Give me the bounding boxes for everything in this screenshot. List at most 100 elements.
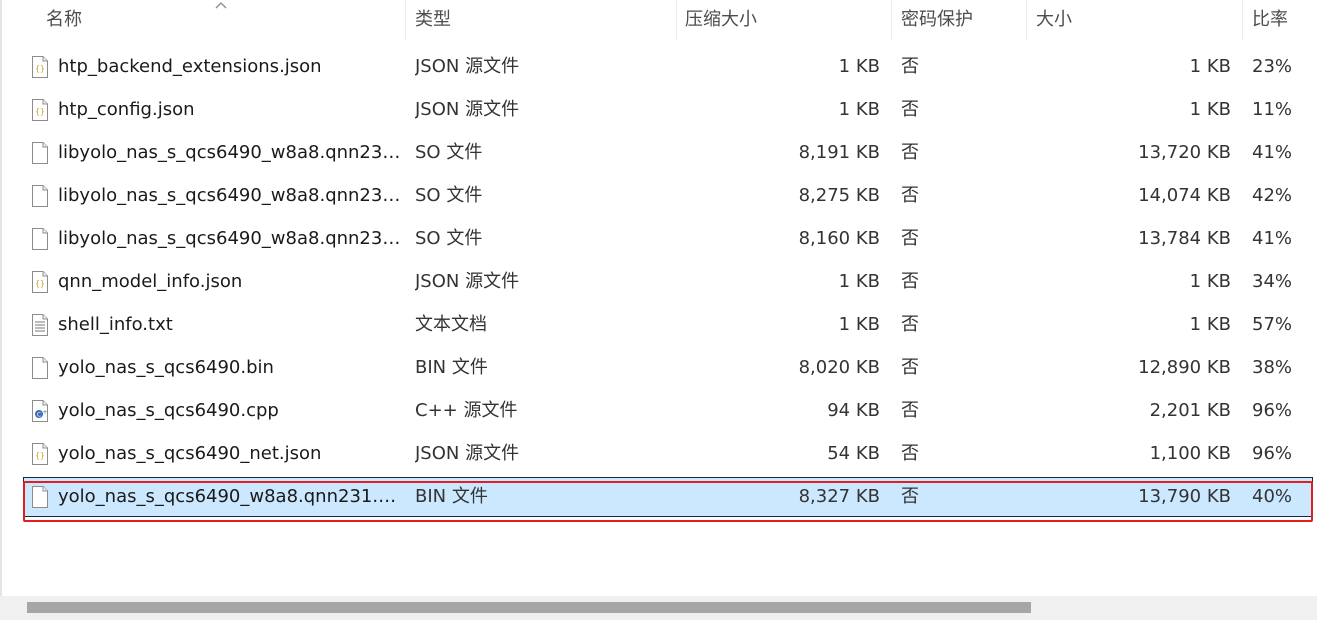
file-type: BIN 文件 (415, 486, 488, 507)
file-compressed-size: 8,275 KB (798, 185, 880, 206)
file-compression-ratio: 57% (1252, 314, 1293, 335)
file-type: JSON 源文件 (415, 443, 520, 464)
column-divider[interactable] (891, 0, 892, 40)
file-type: SO 文件 (415, 185, 483, 206)
file-size: 1 KB (1189, 99, 1231, 120)
json-file-icon: {} (32, 271, 48, 293)
column-header-name[interactable]: 名称 (46, 0, 82, 40)
file-row[interactable]: libyolo_nas_s_qcs6490_w8a8.qnn231.... SO … (25, 176, 1313, 216)
file-size: 1 KB (1189, 56, 1231, 77)
file-name: yolo_nas_s_qcs6490.cpp (58, 400, 279, 421)
file-password-protected: 否 (901, 185, 919, 206)
file-size: 2,201 KB (1149, 400, 1231, 421)
file-row[interactable]: {} qnn_model_info.json JSON 源文件 1 KB 否 1 KB 34… (25, 262, 1313, 302)
column-divider[interactable] (676, 0, 677, 40)
svg-text:{}: {} (35, 64, 45, 73)
file-type: JSON 源文件 (415, 99, 520, 120)
file-size: 13,790 KB (1138, 486, 1231, 507)
file-compressed-size: 8,160 KB (798, 228, 880, 249)
file-compressed-size: 1 KB (838, 56, 880, 77)
column-header-ratio[interactable]: 比率 (1252, 0, 1288, 40)
file-row[interactable]: {} yolo_nas_s_qcs6490_net.json JSON 源文件 54 … (25, 434, 1313, 474)
generic-file-icon (32, 357, 48, 379)
file-compressed-size: 1 KB (838, 99, 880, 120)
svg-text:+: + (42, 409, 47, 416)
generic-file-icon (32, 486, 48, 508)
file-row[interactable]: {} htp_config.json JSON 源文件 1 KB 否 1 KB 11% (25, 90, 1313, 130)
file-compressed-size: 8,327 KB (798, 486, 880, 507)
file-name: yolo_nas_s_qcs6490_w8a8.qnn231.ct... (58, 486, 403, 507)
file-name: yolo_nas_s_qcs6490.bin (58, 357, 274, 378)
sort-ascending-icon (215, 2, 227, 9)
file-name: yolo_nas_s_qcs6490_net.json (58, 443, 322, 464)
column-divider[interactable] (405, 0, 406, 40)
file-password-protected: 否 (901, 56, 919, 77)
horizontal-scrollbar[interactable] (0, 596, 1317, 620)
file-row[interactable]: yolo_nas_s_qcs6490_w8a8.qnn231.ct... BIN … (23, 477, 1313, 517)
file-password-protected: 否 (901, 443, 919, 464)
file-type: 文本文档 (415, 314, 487, 335)
svg-text:C: C (37, 411, 41, 418)
file-name: qnn_model_info.json (58, 271, 243, 292)
file-size: 13,784 KB (1138, 228, 1231, 249)
column-header-password[interactable]: 密码保护 (901, 0, 973, 40)
file-size: 13,720 KB (1138, 142, 1231, 163)
file-compression-ratio: 96% (1252, 400, 1293, 421)
file-name: shell_info.txt (58, 314, 173, 335)
file-password-protected: 否 (901, 486, 919, 507)
file-row[interactable]: {} htp_backend_extensions.json JSON 源文件 1 K… (25, 47, 1313, 87)
column-divider[interactable] (1026, 0, 1027, 40)
file-compression-ratio: 40% (1252, 486, 1293, 507)
file-compression-ratio: 34% (1252, 271, 1293, 292)
archive-file-list: 名称 类型 压缩大小 密码保护 大小 比率 {} htp_backend_exte… (0, 0, 1317, 620)
svg-text:{}: {} (35, 279, 45, 288)
file-size: 1 KB (1189, 314, 1231, 335)
json-file-icon: {} (32, 99, 48, 121)
file-size: 14,074 KB (1138, 185, 1231, 206)
file-row[interactable]: yolo_nas_s_qcs6490.bin BIN 文件 8,020 KB 否 12,… (25, 348, 1313, 388)
file-password-protected: 否 (901, 314, 919, 335)
scrollbar-thumb[interactable] (27, 602, 1031, 613)
file-row[interactable]: C + yolo_nas_s_qcs6490.cpp C++ 源文件 94 KB 否 2,2… (25, 391, 1313, 431)
file-name: libyolo_nas_s_qcs6490_w8a8.qnn231.... (58, 185, 403, 206)
file-type: C++ 源文件 (415, 400, 518, 421)
file-name: htp_config.json (58, 99, 195, 120)
column-header-type[interactable]: 类型 (415, 0, 451, 40)
file-size: 12,890 KB (1138, 357, 1231, 378)
file-compressed-size: 8,191 KB (798, 142, 880, 163)
file-compression-ratio: 38% (1252, 357, 1293, 378)
file-compression-ratio: 41% (1252, 228, 1293, 249)
generic-file-icon (32, 228, 48, 250)
file-type: JSON 源文件 (415, 56, 520, 77)
file-password-protected: 否 (901, 271, 919, 292)
file-compressed-size: 54 KB (827, 443, 880, 464)
file-password-protected: 否 (901, 357, 919, 378)
file-password-protected: 否 (901, 99, 919, 120)
file-size: 1,100 KB (1149, 443, 1231, 464)
file-type: JSON 源文件 (415, 271, 520, 292)
file-name: libyolo_nas_s_qcs6490_w8a8.qnn231.... (58, 228, 403, 249)
column-header-compressed-size[interactable]: 压缩大小 (685, 0, 757, 40)
file-name: libyolo_nas_s_qcs6490_w8a8.qnn231.... (58, 142, 403, 163)
json-file-icon: {} (32, 56, 48, 78)
svg-text:{}: {} (35, 107, 45, 116)
file-row[interactable]: libyolo_nas_s_qcs6490_w8a8.qnn231.... SO … (25, 219, 1313, 259)
file-type: BIN 文件 (415, 357, 488, 378)
cpp-file-icon: C + (32, 400, 48, 422)
json-file-icon: {} (32, 443, 48, 465)
file-row[interactable]: libyolo_nas_s_qcs6490_w8a8.qnn231.... SO … (25, 133, 1313, 173)
file-name: htp_backend_extensions.json (58, 56, 322, 77)
column-header-bar: 名称 类型 压缩大小 密码保护 大小 比率 (0, 0, 1317, 40)
file-compression-ratio: 11% (1252, 99, 1293, 120)
file-compressed-size: 8,020 KB (798, 357, 880, 378)
svg-text:{}: {} (35, 451, 45, 460)
file-password-protected: 否 (901, 228, 919, 249)
file-row[interactable]: shell_info.txt 文本文档 1 KB 否 1 KB 57% (25, 305, 1313, 345)
file-password-protected: 否 (901, 142, 919, 163)
column-header-size[interactable]: 大小 (1036, 0, 1072, 40)
file-compressed-size: 94 KB (827, 400, 880, 421)
file-size: 1 KB (1189, 271, 1231, 292)
text-file-icon (32, 314, 48, 336)
file-compression-ratio: 23% (1252, 56, 1293, 77)
column-divider[interactable] (1242, 0, 1243, 40)
